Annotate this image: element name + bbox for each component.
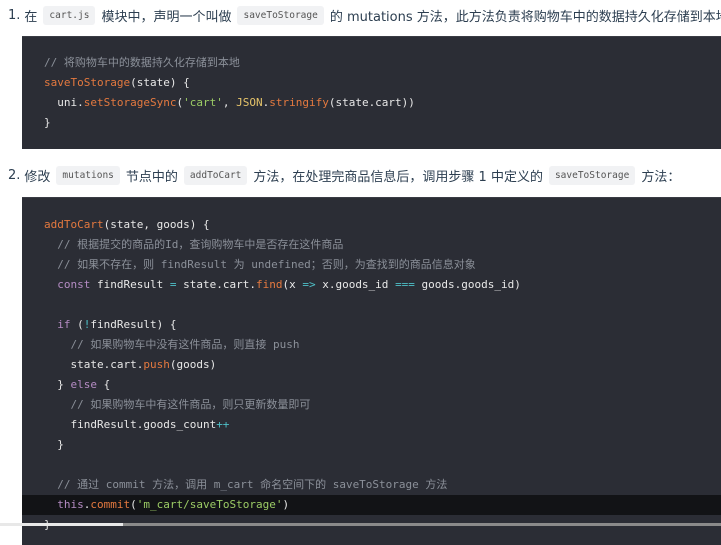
inline-code: saveToStorage	[548, 165, 636, 185]
code-token: // 根据提交的商品的Id，查询购物车中是否存在这件商品	[44, 238, 344, 251]
video-progress-bar[interactable]	[0, 523, 721, 526]
code-token: }	[44, 116, 51, 129]
code-token: // 如果不存在，则 findResult 为 undefined；否则，为查找…	[44, 258, 476, 271]
inline-code: saveToStorage	[237, 5, 324, 25]
inline-code: mutations	[56, 165, 120, 185]
code-token: }	[44, 378, 71, 391]
code-token: goods.goods_id)	[414, 278, 521, 291]
code-token: {	[97, 378, 111, 391]
text: 节点中的	[125, 169, 178, 185]
code-token: ++	[216, 418, 230, 431]
code-token: commit	[90, 498, 131, 511]
step-1-text: 1. 在 cart.js 模块中，声明一个叫做 saveToStorage 的 mutat…	[8, 4, 721, 26]
code-line: } else {	[22, 375, 721, 395]
text: 方法，在处理完商品信息后，调用步骤 1 中定义的	[253, 169, 543, 185]
code-token: (state, goods) {	[103, 218, 210, 231]
code-block-save-to-storage: // 将购物车中的数据持久化存储到本地 saveToStorage(state) …	[22, 36, 721, 149]
code-line: if (!findResult) {	[22, 315, 721, 335]
text: 在	[24, 9, 38, 25]
code-token: (x	[282, 278, 303, 291]
code-token: x.goods_id	[315, 278, 396, 291]
code-line: const findResult = state.cart.find(x => …	[22, 275, 721, 295]
code-token: (state) {	[130, 76, 190, 89]
code-token: uni.	[44, 96, 84, 109]
code-token: }	[44, 438, 64, 451]
text: 方法：	[641, 169, 681, 185]
code-line: // 如果购物车中没有这件商品，则直接 push	[22, 335, 721, 355]
code-token: state.cart.	[176, 278, 256, 291]
code-token: 'm_cart/saveToStorage'	[136, 498, 283, 511]
code-line: uni.setStorageSync('cart', JSON.stringif…	[22, 93, 721, 113]
code-token: addToCart	[44, 218, 104, 231]
code-line: // 如果购物车中有这件商品，则只更新数量即可	[22, 395, 721, 415]
code-token: JSON	[236, 96, 263, 109]
code-token: (	[130, 498, 137, 511]
code-line: addToCart(state, goods) {	[22, 215, 721, 235]
code-line: // 如果不存在，则 findResult 为 undefined；否则，为查找…	[22, 255, 721, 275]
code-token: (goods)	[169, 358, 217, 371]
inline-code: addToCart	[183, 165, 248, 185]
code-token: (	[70, 318, 84, 331]
text: 模块中，声明一个叫做	[101, 9, 232, 25]
code-token: saveToStorage	[44, 76, 131, 89]
code-token: find	[255, 278, 283, 291]
step-2-text: 2. 修改 mutations 节点中的 addToCart 方法，在处理完商品信息后，调…	[8, 164, 680, 186]
code-line: }	[22, 435, 721, 455]
code-token: // 将购物车中的数据持久化存储到本地	[44, 56, 240, 69]
code-line: // 根据提交的商品的Id，查询购物车中是否存在这件商品	[22, 235, 721, 255]
code-line: // 将购物车中的数据持久化存储到本地	[22, 53, 721, 73]
code-block-add-to-cart: addToCart(state, goods) { // 根据提交的商品的Id，…	[22, 197, 721, 545]
code-token: this	[44, 498, 84, 511]
code-token: ,	[222, 96, 237, 109]
code-token: findResult.goods_count	[44, 418, 217, 431]
text: 修改	[24, 169, 51, 185]
code-token: push	[143, 358, 170, 371]
video-progress-fill	[0, 523, 123, 526]
code-line: state.cart.push(goods)	[22, 355, 721, 375]
code-token: // 如果购物车中有这件商品，则只更新数量即可	[44, 398, 311, 411]
code-line: }	[22, 113, 721, 133]
code-token: // 通过 commit 方法，调用 m_cart 命名空间下的 saveToS…	[44, 478, 448, 491]
code-line: this.commit('m_cart/saveToStorage')	[22, 495, 721, 515]
code-token: setStorageSync	[83, 96, 177, 109]
code-token: (state.cart))	[328, 96, 415, 109]
step-number: 1.	[8, 7, 21, 23]
code-token: =>	[302, 278, 316, 291]
code-token: const	[44, 278, 91, 291]
code-token: state.cart.	[44, 358, 144, 371]
code-token: findResult) {	[90, 318, 177, 331]
code-token: ===	[395, 278, 415, 291]
code-token: 'cart'	[183, 96, 223, 109]
code-token: )	[282, 498, 290, 511]
code-token: findResult	[90, 278, 170, 291]
code-line: saveToStorage(state) {	[22, 73, 721, 93]
code-token: if	[44, 318, 71, 331]
code-token: else	[70, 378, 98, 391]
code-line: findResult.goods_count++	[22, 415, 721, 435]
code-token: stringify	[269, 96, 329, 109]
step-number: 2.	[8, 167, 21, 183]
code-token: // 如果购物车中没有这件商品，则直接 push	[44, 338, 300, 351]
code-line: // 通过 commit 方法，调用 m_cart 命名空间下的 saveToS…	[22, 475, 721, 495]
inline-code: cart.js	[43, 5, 96, 25]
text: 的 mutations 方法，此方法负责将购物车中的数据持久化存储到本地：	[329, 9, 721, 25]
